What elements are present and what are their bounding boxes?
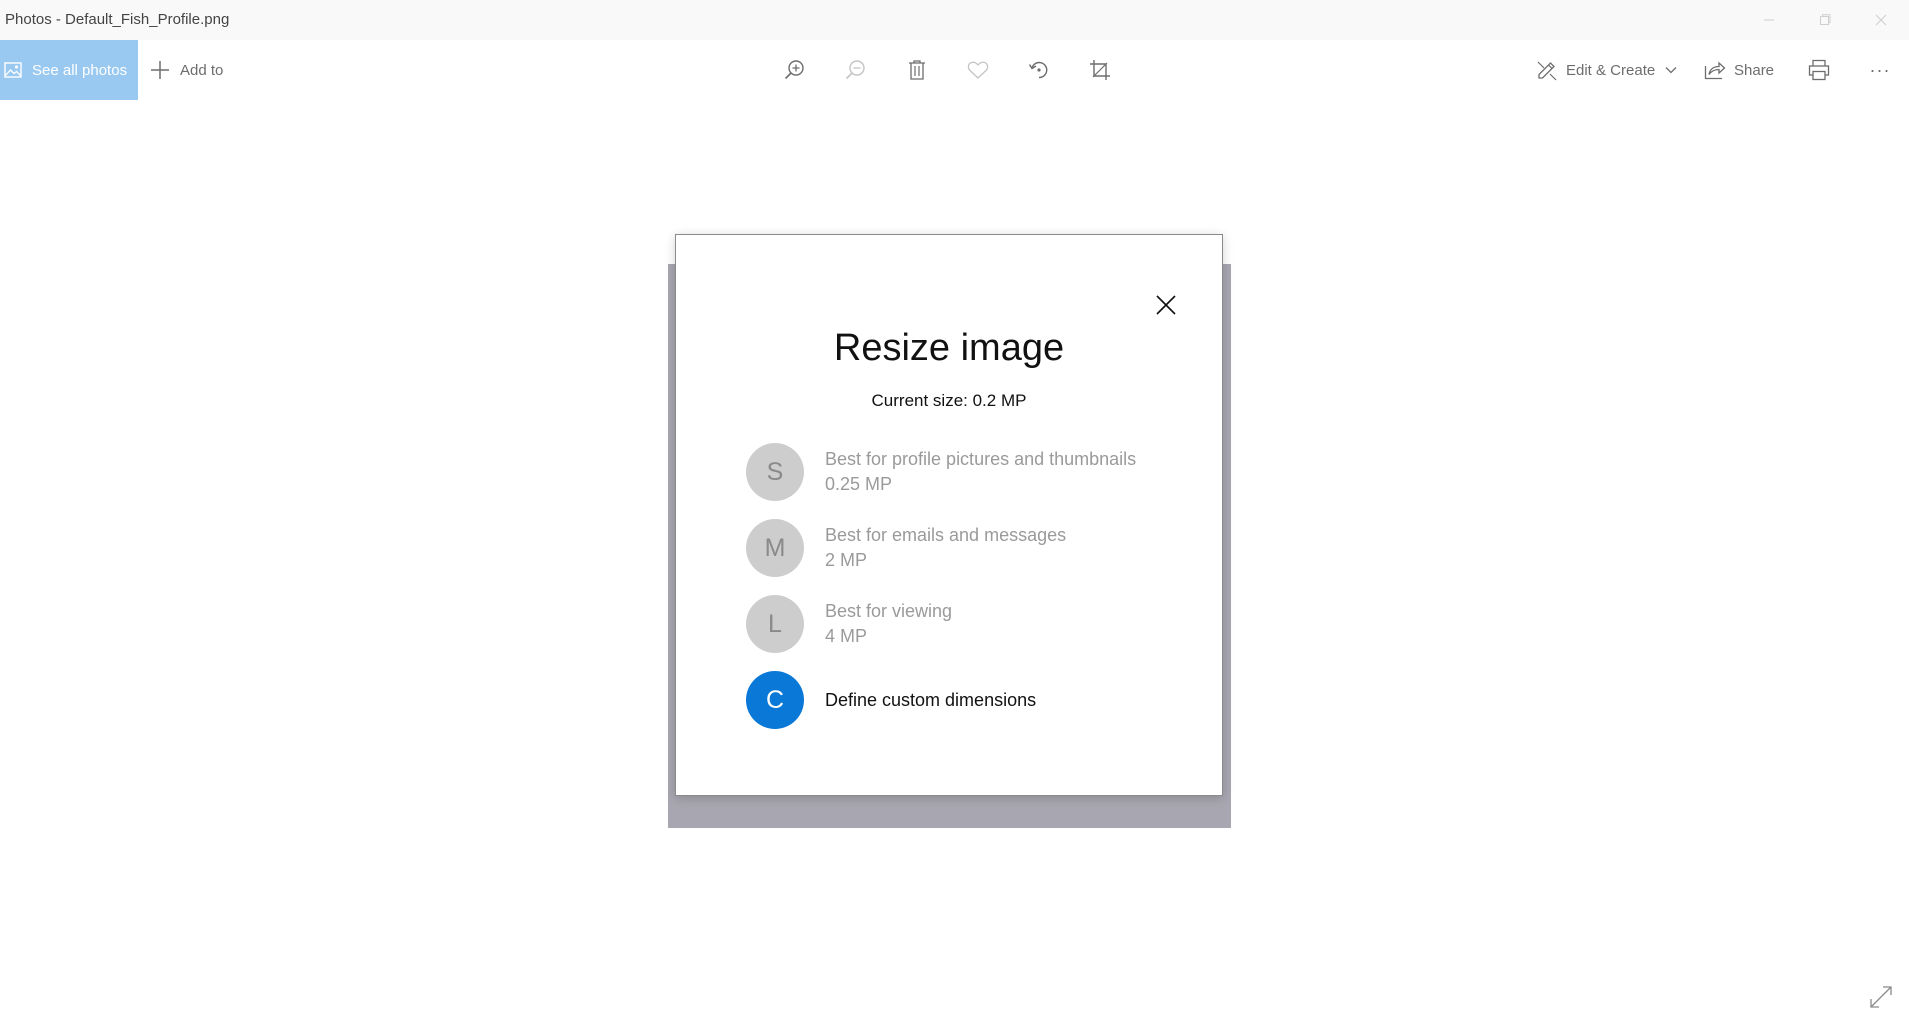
- restore-icon: [1820, 14, 1831, 25]
- see-all-photos-button[interactable]: See all photos: [0, 40, 138, 100]
- zoom-out-icon: [845, 60, 865, 80]
- see-all-photos-label: See all photos: [32, 61, 128, 79]
- dialog-title: Resize image: [833, 327, 1065, 369]
- plus-icon: [150, 60, 170, 80]
- minimize-icon: [1764, 19, 1774, 21]
- option-description: Best for emails and messages: [825, 525, 1067, 545]
- toolbar: See all photos Add to Edit & Create Shar…: [0, 40, 1909, 100]
- option-letter-badge: M: [746, 519, 804, 577]
- close-icon: [1156, 295, 1176, 315]
- option-medium[interactable]: M Best for emails and messages 2 MP: [746, 517, 1166, 579]
- option-size: 4 MP: [825, 626, 868, 646]
- window-controls: [1741, 0, 1909, 40]
- option-description: Best for profile pictures and thumbnails: [825, 449, 1137, 469]
- add-to-label: Add to: [180, 61, 224, 79]
- chevron-down-icon: [1665, 66, 1677, 74]
- fullscreen-button[interactable]: [1867, 983, 1895, 1011]
- expand-icon: [1870, 986, 1892, 1008]
- crop-button[interactable]: [1080, 40, 1120, 100]
- zoom-out-button[interactable]: [836, 40, 876, 100]
- option-letter-badge: L: [746, 595, 804, 653]
- print-icon: [1808, 59, 1830, 81]
- edit-create-button[interactable]: Edit & Create: [1536, 40, 1677, 100]
- option-size: 2 MP: [825, 550, 868, 570]
- rotate-button[interactable]: [1019, 40, 1059, 100]
- dialog-close-button[interactable]: [1148, 287, 1184, 323]
- heart-icon: [967, 61, 989, 79]
- crop-icon: [1090, 60, 1110, 80]
- close-window-button[interactable]: [1853, 0, 1909, 40]
- delete-button[interactable]: [897, 40, 937, 100]
- share-label: Share: [1734, 61, 1775, 79]
- share-icon: [1704, 60, 1726, 80]
- minimize-button[interactable]: [1741, 0, 1797, 40]
- option-large[interactable]: L Best for viewing 4 MP: [746, 593, 1166, 655]
- close-icon: [1875, 14, 1887, 26]
- option-description: Define custom dimensions: [825, 690, 1037, 710]
- option-custom[interactable]: C Define custom dimensions: [746, 669, 1166, 731]
- share-button[interactable]: Share: [1704, 40, 1774, 100]
- more-options-button[interactable]: ···: [1860, 40, 1900, 100]
- option-letter-badge: C: [746, 671, 804, 729]
- print-button[interactable]: [1799, 40, 1839, 100]
- window-title: Photos - Default_Fish_Profile.png: [5, 11, 230, 28]
- zoom-in-icon: [784, 60, 804, 80]
- option-description: Best for viewing: [825, 601, 953, 621]
- delete-icon: [909, 60, 925, 80]
- photo-icon: [4, 62, 22, 78]
- add-to-button[interactable]: Add to: [150, 40, 223, 100]
- resize-dialog: Resize image Current size: 0.2 MP S Best…: [675, 234, 1223, 796]
- maximize-button[interactable]: [1797, 0, 1853, 40]
- edit-create-icon: [1536, 59, 1558, 81]
- option-letter-badge: S: [746, 443, 804, 501]
- option-size: 0.25 MP: [825, 474, 893, 494]
- favorite-button[interactable]: [958, 40, 998, 100]
- edit-create-label: Edit & Create: [1566, 61, 1656, 79]
- zoom-in-button[interactable]: [775, 40, 815, 100]
- current-size-label: Current size: 0.2 MP: [871, 391, 1027, 410]
- rotate-icon: [1028, 61, 1048, 79]
- title-bar: Photos - Default_Fish_Profile.png: [0, 0, 1909, 40]
- option-small[interactable]: S Best for profile pictures and thumbnai…: [746, 441, 1166, 503]
